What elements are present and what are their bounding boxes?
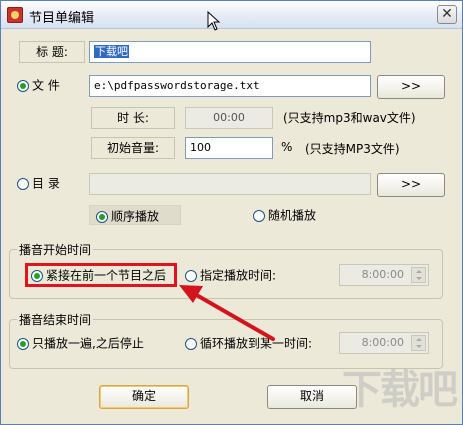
dialog-window: 节目单编辑 ✕ 标 题: 下载吧 文 件 e:\pdfpasswordstora… <box>0 0 463 425</box>
watermark-logo: 下载吧 <box>342 367 458 413</box>
mouse-cursor-icon <box>207 11 221 31</box>
